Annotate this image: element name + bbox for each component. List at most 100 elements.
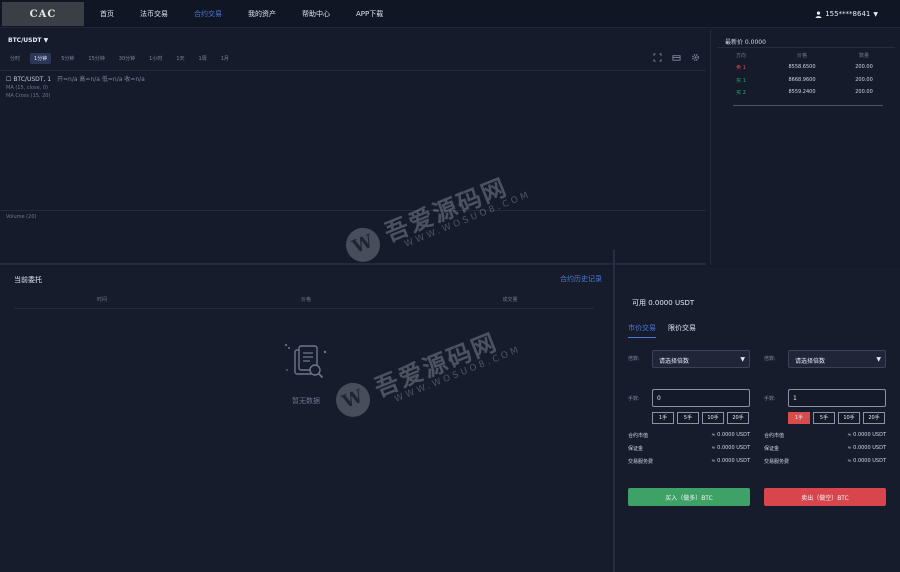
nav-item-assets[interactable]: 我的资产 (248, 9, 276, 19)
interval-bar: 分时 1分钟 5分钟 15分钟 30分钟 1小时 1天 1周 1月 (6, 53, 239, 64)
nav-item-help[interactable]: 帮助中心 (302, 9, 330, 19)
logo-text: CAC (29, 8, 57, 20)
header-qty: 数量 (858, 53, 869, 59)
leverage-select[interactable]: 请选择倍数 ▼ (788, 350, 886, 368)
chart-type-icon[interactable] (672, 53, 681, 62)
user-menu[interactable]: 155****8641 ▼ (815, 0, 878, 28)
interval-tab[interactable]: 5分钟 (57, 53, 78, 64)
info-label: 保证金 (764, 446, 780, 452)
trade-panel: 可用 0.0000 USDT 市价交易 限价交易 倍数: 请选择倍数 ▼ 手数:… (616, 268, 900, 572)
interval-tab[interactable]: 15分钟 (84, 53, 108, 64)
chevron-down-icon: ▼ (43, 37, 49, 44)
hands-input[interactable] (652, 389, 750, 407)
history-link[interactable]: 合约历史记录 (560, 274, 602, 284)
interval-tab[interactable]: 1分钟 (30, 53, 52, 64)
main-nav: 首页 法币交易 合约交易 我的资产 帮助中心 APP下载 (100, 0, 409, 28)
tab-market[interactable]: 市价交易 (628, 323, 656, 338)
lot-buttons: 1手 5手 10手 20手 (788, 412, 888, 424)
orderbook-buy-row[interactable]: 买 1 8668.9600 200.00 (711, 77, 900, 84)
gear-icon[interactable] (691, 53, 700, 62)
nav-item-app[interactable]: APP下载 (356, 9, 383, 19)
lot-button[interactable]: 1手 (652, 412, 674, 424)
lot-button[interactable]: 10手 (838, 412, 860, 424)
chevron-down-icon: ▼ (873, 10, 878, 18)
lot-button[interactable]: 20手 (727, 412, 749, 424)
info-label: 合约市值 (764, 433, 785, 439)
orderbook-panel: 最新价 0.0000 方向 价格 数量 卖 1 8558.6500 200.00… (710, 30, 900, 265)
chart-divider (0, 70, 706, 71)
header-direction: 方向 (735, 53, 746, 59)
info-label: 交易服务费 (764, 459, 790, 465)
side: 买 1 (736, 78, 746, 84)
checkbox-icon[interactable]: ☐ (6, 76, 11, 83)
hands-label: 手数: (628, 396, 640, 402)
lot-button[interactable]: 5手 (813, 412, 835, 424)
info-value: ≈ 0.0000 USDT (711, 432, 750, 438)
header-price: 价格 (300, 297, 311, 303)
qty: 200.00 (855, 77, 873, 83)
pair-selector[interactable]: BTC/USDT ▼ (8, 37, 48, 44)
info-row: 交易服务费 ≈ 0.0000 USDT (764, 458, 886, 465)
header-price: 价格 (796, 53, 807, 59)
qty: 200.00 (855, 89, 873, 95)
nav-item-contract[interactable]: 合约交易 (194, 9, 222, 19)
chart-tools (643, 53, 700, 62)
legend-ma-cross: MA Cross (15, 20) (6, 93, 51, 99)
legend-symbol: BTC/USDT, 1 (13, 76, 52, 83)
legend-ma: MA (15, close, 0) (6, 85, 49, 91)
lot-buttons: 1手 5手 10手 20手 (652, 412, 752, 424)
info-value: ≈ 0.0000 USDT (711, 445, 750, 451)
hands-label: 手数: (764, 396, 776, 402)
side: 买 2 (736, 90, 746, 96)
leverage-label: 倍数: (764, 356, 776, 362)
volume-divider (0, 210, 706, 211)
chevron-down-icon: ▼ (740, 356, 745, 363)
latest-price: 最新价 0.0000 (725, 39, 766, 46)
orders-title: 当前委托 (14, 276, 42, 284)
info-value: ≈ 0.0000 USDT (847, 432, 886, 438)
nav-item-fiat[interactable]: 法币交易 (140, 9, 168, 19)
user-name: 155****8641 (825, 10, 871, 18)
info-label: 保证金 (628, 446, 644, 452)
fullscreen-icon[interactable] (653, 53, 662, 62)
info-row: 合约市值 ≈ 0.0000 USDT (628, 432, 750, 439)
info-label: 合约市值 (628, 433, 649, 439)
leverage-select[interactable]: 请选择倍数 ▼ (652, 350, 750, 368)
sell-short-button[interactable]: 卖出（做空）BTC (764, 488, 886, 506)
interval-tab[interactable]: 1天 (172, 53, 188, 64)
info-value: ≈ 0.0000 USDT (847, 445, 886, 451)
empty-text: 暂无数据 (292, 397, 320, 405)
interval-tab[interactable]: 分时 (6, 53, 24, 64)
nav-item-home[interactable]: 首页 (100, 9, 114, 19)
info-value: ≈ 0.0000 USDT (711, 458, 750, 464)
trade-tabs: 市价交易 限价交易 (628, 323, 708, 338)
lot-button[interactable]: 1手 (788, 412, 810, 424)
lot-button[interactable]: 10手 (702, 412, 724, 424)
price: 8558.6500 (788, 64, 816, 70)
spread-line (733, 105, 883, 106)
info-row: 交易服务费 ≈ 0.0000 USDT (628, 458, 750, 465)
orderbook-buy-row[interactable]: 买 2 8559.2400 200.00 (711, 89, 900, 96)
interval-tab[interactable]: 1周 (195, 53, 211, 64)
orderbook-sell-row[interactable]: 卖 1 8558.6500 200.00 (711, 64, 900, 71)
buy-long-button[interactable]: 买入（做多）BTC (628, 488, 750, 506)
top-navbar: CAC 首页 法币交易 合约交易 我的资产 帮助中心 APP下载 155****… (0, 0, 900, 28)
tab-limit[interactable]: 限价交易 (668, 323, 696, 338)
lot-button[interactable]: 20手 (863, 412, 885, 424)
price: 8668.9600 (788, 77, 816, 83)
hands-input[interactable] (788, 389, 886, 407)
panel-divider (613, 250, 615, 572)
info-label: 交易服务费 (628, 459, 654, 465)
info-row: 保证金 ≈ 0.0000 USDT (764, 445, 886, 452)
info-row: 合约市值 ≈ 0.0000 USDT (764, 432, 886, 439)
leverage-value: 请选择倍数 (795, 358, 826, 365)
interval-tab[interactable]: 1小时 (145, 53, 166, 64)
interval-tab[interactable]: 30分钟 (115, 53, 139, 64)
info-value: ≈ 0.0000 USDT (847, 458, 886, 464)
interval-tab[interactable]: 1月 (217, 53, 233, 64)
empty-state: 暂无数据 (270, 340, 342, 406)
side: 卖 1 (736, 65, 746, 71)
logo[interactable]: CAC (2, 2, 84, 26)
lot-button[interactable]: 5手 (677, 412, 699, 424)
qty: 200.00 (855, 64, 873, 70)
